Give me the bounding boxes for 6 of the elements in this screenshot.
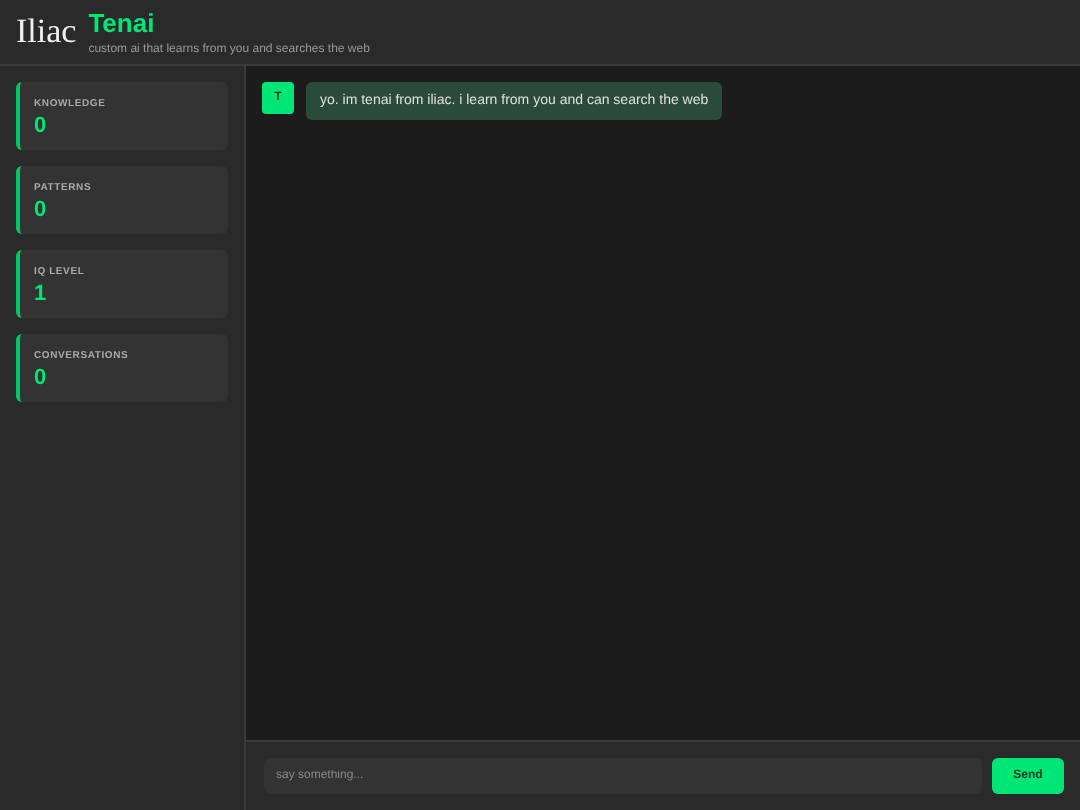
stat-value: 1 bbox=[34, 282, 49, 306]
logo-text: Iliac bbox=[16, 12, 77, 52]
stat-value: 0 bbox=[34, 114, 49, 138]
app-title: Tenai bbox=[88, 8, 157, 38]
stat-value: 0 bbox=[34, 198, 49, 222]
stat-value: 0 bbox=[34, 366, 49, 390]
